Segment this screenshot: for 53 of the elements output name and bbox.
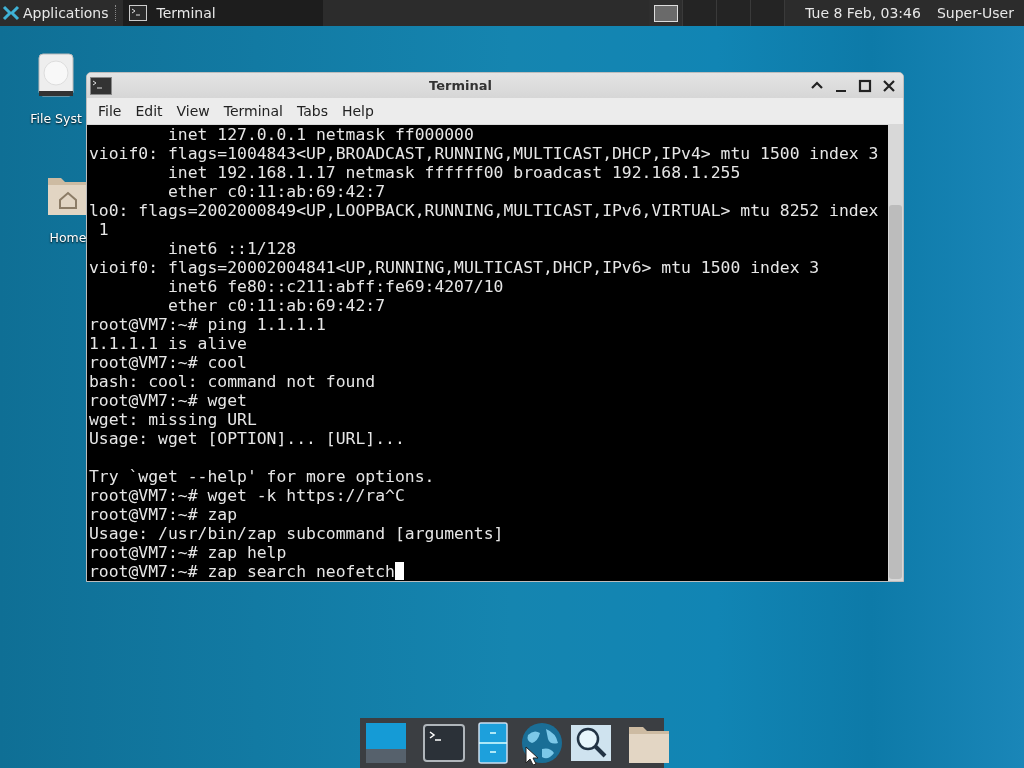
- close-icon: [882, 79, 896, 92]
- terminal-line: vioif0: flags=20002004841<UP,RUNNING,MULTICAST,DHCP,IPv6> mtu 1500 index 3: [89, 258, 820, 277]
- launcher-button[interactable]: [422, 721, 466, 765]
- terminal-line: lo0: flags=2002000849<UP,LOOPBACK,RUNNING,MULTICAST,IPv6,VIRTUAL> mtu 8252 index: [89, 201, 879, 220]
- menu-item[interactable]: Edit: [128, 103, 170, 119]
- applications-menu[interactable]: Applications: [0, 0, 113, 26]
- terminal-line: root@VM7:~# ping 1.1.1.1: [89, 315, 326, 334]
- terminal-line: root@VM7:~# wget: [89, 391, 247, 410]
- terminal-line: inet 127.0.0.1 netmask ff000000: [166, 125, 474, 144]
- terminal-line: inet 192.168.1.17 netmask ffffff00 broadcast 192.168.1.255: [166, 163, 741, 182]
- menu-item[interactable]: View: [169, 103, 217, 119]
- caret-up-icon: [811, 80, 823, 89]
- text-cursor: [394, 562, 404, 580]
- terminal-line: bash: cool: command not found: [89, 372, 376, 391]
- terminal-line: vioif0: flags=1004843<UP,BROADCAST,RUNNING,MULTICAST,DHCP,IPv4> mtu 1500 index 3: [89, 144, 879, 163]
- launcher-button[interactable]: [520, 721, 564, 765]
- terminal-line: ether c0:11:ab:69:42:7: [166, 182, 386, 201]
- desktop-icon-label[interactable]: Home: [49, 230, 87, 245]
- maximize-button[interactable]: [857, 77, 873, 94]
- menu-item[interactable]: File: [91, 103, 129, 119]
- taskbar-button[interactable]: Terminal: [122, 0, 323, 26]
- terminal-line: ether c0:11:ab:69:42:7: [166, 296, 386, 315]
- minimize-icon: [836, 89, 846, 92]
- clock[interactable]: Tue 8 Feb, 03:46: [799, 5, 931, 21]
- terminal-line: inet6 ::1/128: [166, 239, 297, 258]
- globe-icon: [520, 721, 564, 765]
- terminal-line: root@VM7:~# cool: [89, 353, 247, 372]
- user-menu[interactable]: Super-User: [930, 5, 1024, 21]
- terminal-line: 1: [97, 220, 109, 239]
- terminal-line: root@VM7:~# zap: [89, 505, 238, 524]
- close-button[interactable]: [881, 77, 897, 94]
- menu-item[interactable]: Help: [334, 103, 381, 119]
- terminal-line: Usage: wget [OPTION]... [URL]...: [89, 429, 405, 448]
- terminal-line: root@VM7:~# wget -k https://ra^C: [89, 486, 405, 505]
- terminal-line: 1.1.1.1 is alive: [89, 334, 247, 353]
- window-title: Terminal: [428, 78, 493, 93]
- terminal-icon: [128, 5, 147, 21]
- terminal-line: root@VM7:~# zap search neofetch: [89, 562, 395, 581]
- terminal-icon: [90, 76, 112, 95]
- terminal-line: Usage: /usr/bin/zap subcommand [arguments]: [89, 524, 504, 543]
- maximize-icon: [858, 79, 872, 92]
- scrollbar[interactable]: [888, 125, 903, 581]
- app-menu-icon: [2, 5, 20, 21]
- show-desktop-icon: [364, 721, 408, 765]
- menu-item[interactable]: Terminal: [216, 103, 290, 119]
- terminal-icon: [422, 721, 466, 765]
- terminal-line: root@VM7:~# zap help: [89, 543, 287, 562]
- terminal-line: inet6 fe80::c211:abff:fe69:4207/10: [166, 277, 504, 296]
- hard-drive-icon: [38, 53, 74, 97]
- desktop-icon-label[interactable]: File Syst: [30, 111, 82, 126]
- terminal-line: Try `wget --help' for more options.: [89, 467, 435, 486]
- menu-item[interactable]: Tabs: [289, 103, 335, 119]
- terminal-line: wget: missing URL: [89, 410, 257, 429]
